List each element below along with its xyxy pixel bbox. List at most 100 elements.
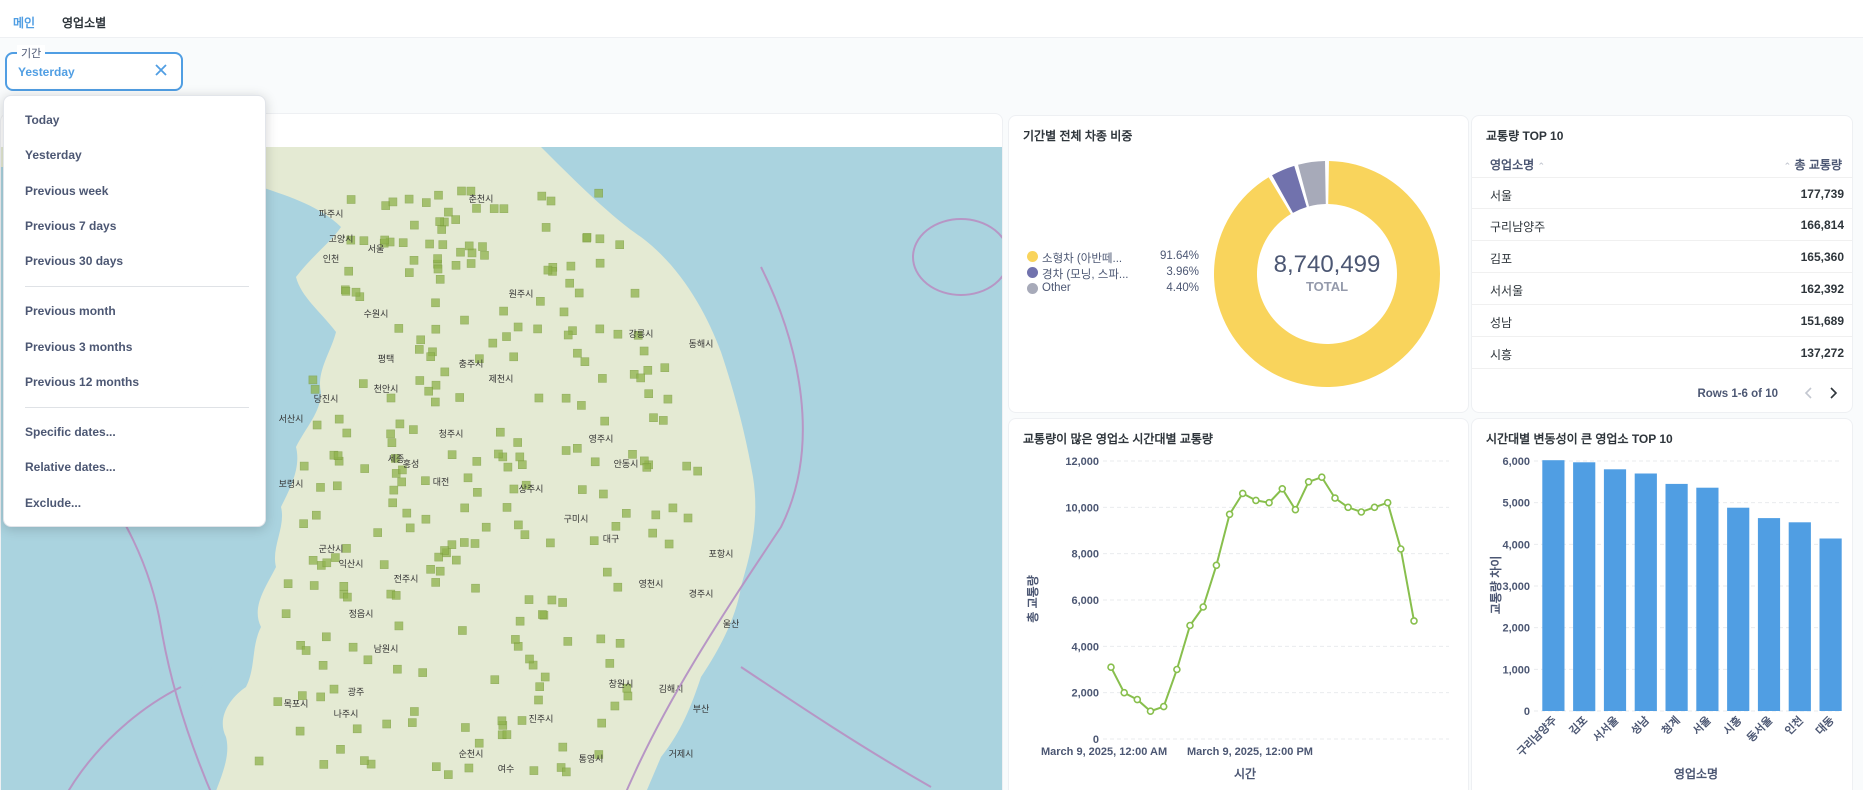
traffic-cell[interactable] [316, 692, 326, 702]
traffic-cell[interactable] [342, 428, 352, 438]
traffic-cell[interactable] [416, 335, 426, 345]
traffic-cell[interactable] [404, 194, 414, 204]
traffic-cell[interactable] [515, 616, 525, 626]
traffic-cell[interactable] [434, 190, 443, 200]
traffic-cell[interactable] [435, 275, 445, 284]
card-title[interactable]: 기간별 전체 차종 비중 [1023, 127, 1132, 144]
traffic-cell[interactable] [480, 251, 489, 260]
traffic-cell[interactable] [360, 464, 370, 473]
traffic-cell[interactable] [561, 767, 571, 777]
traffic-cell[interactable] [598, 374, 607, 383]
traffic-cell[interactable] [615, 638, 625, 648]
traffic-cell[interactable] [639, 346, 649, 356]
traffic-cell[interactable] [456, 247, 465, 257]
traffic-cell[interactable] [599, 489, 608, 499]
data-point[interactable] [1238, 489, 1247, 498]
traffic-cell[interactable] [520, 530, 530, 540]
traffic-cell[interactable] [380, 235, 390, 245]
traffic-cell[interactable] [497, 716, 507, 726]
traffic-cell[interactable] [615, 240, 625, 249]
data-point[interactable] [1107, 663, 1115, 671]
traffic-cell[interactable] [444, 207, 453, 217]
traffic-cell[interactable] [565, 278, 575, 288]
traffic-cell[interactable] [461, 723, 470, 732]
traffic-cell[interactable] [613, 582, 623, 592]
traffic-cell[interactable] [405, 523, 415, 533]
traffic-cell[interactable] [273, 697, 283, 706]
donut-chart[interactable]: 8,740,499 TOTAL [1207, 154, 1447, 394]
traffic-cell[interactable] [529, 766, 539, 775]
bar[interactable] [1573, 462, 1596, 712]
traffic-cell[interactable] [605, 659, 615, 668]
traffic-cell[interactable] [541, 223, 551, 232]
traffic-cell[interactable] [546, 538, 555, 548]
traffic-cell[interactable] [311, 510, 321, 520]
traffic-cell[interactable] [352, 724, 362, 734]
traffic-cell[interactable] [386, 393, 396, 403]
traffic-cell[interactable] [602, 567, 612, 577]
legend-item[interactable]: 경차 (모닝, 스파... 3.96% [1027, 265, 1199, 281]
traffic-cell[interactable] [414, 345, 424, 354]
period-filter-value[interactable]: Yesterday [18, 65, 75, 79]
traffic-cell[interactable] [425, 239, 434, 249]
traffic-cell[interactable] [389, 485, 399, 495]
traffic-cell[interactable] [398, 238, 408, 247]
traffic-cell[interactable] [363, 655, 373, 665]
legend-item[interactable]: Other 4.40% [1027, 281, 1199, 297]
traffic-cell[interactable] [511, 635, 520, 644]
traffic-cell[interactable] [426, 352, 436, 361]
traffic-cell[interactable] [421, 476, 430, 486]
traffic-cell[interactable] [628, 449, 637, 459]
period-filter[interactable]: 기간 Yesterday [5, 45, 183, 91]
traffic-cell[interactable] [322, 558, 332, 568]
option-previous-week[interactable]: Previous week [25, 184, 108, 198]
chevron-left-icon[interactable] [1802, 386, 1816, 400]
traffic-cell[interactable] [693, 466, 703, 476]
traffic-cell[interactable] [502, 503, 512, 512]
traffic-cell[interactable] [343, 592, 352, 602]
traffic-cell[interactable] [471, 583, 480, 593]
traffic-cell[interactable] [590, 457, 600, 467]
traffic-cell[interactable] [524, 595, 534, 604]
traffic-cell[interactable] [409, 425, 418, 434]
traffic-cell[interactable] [577, 485, 587, 494]
traffic-cell[interactable] [402, 508, 412, 518]
traffic-cell[interactable] [582, 233, 592, 242]
data-point[interactable] [1317, 473, 1326, 482]
traffic-cell[interactable] [308, 555, 318, 565]
data-point[interactable] [1396, 545, 1405, 553]
traffic-cell[interactable] [610, 701, 620, 711]
traffic-cell[interactable] [546, 196, 556, 206]
traffic-cell[interactable] [543, 265, 553, 275]
traffic-cell[interactable] [299, 461, 309, 471]
traffic-cell[interactable] [470, 539, 480, 548]
traffic-cell[interactable] [513, 322, 523, 332]
traffic-cell[interactable] [600, 416, 610, 426]
traffic-cell[interactable] [321, 632, 331, 642]
traffic-cell[interactable] [572, 443, 582, 453]
traffic-cell[interactable] [404, 268, 414, 277]
data-point[interactable] [1173, 665, 1181, 674]
option-relative-dates[interactable]: Relative dates... [25, 460, 116, 474]
bar[interactable] [1665, 483, 1688, 711]
traffic-cell[interactable] [643, 366, 653, 375]
traffic-cell[interactable] [421, 514, 431, 524]
traffic-cell[interactable] [421, 198, 431, 207]
traffic-cell[interactable] [499, 306, 508, 316]
traffic-cell[interactable] [388, 498, 398, 508]
traffic-cell[interactable] [547, 595, 557, 605]
traffic-cell[interactable] [358, 379, 368, 388]
traffic-cell[interactable] [463, 473, 473, 483]
traffic-cell[interactable] [611, 521, 621, 531]
traffic-cell[interactable] [658, 416, 668, 425]
traffic-cell[interactable] [503, 462, 513, 472]
traffic-cell[interactable] [299, 519, 308, 529]
traffic-cell[interactable] [499, 204, 509, 214]
traffic-cell[interactable] [438, 240, 448, 249]
traffic-cell[interactable] [360, 756, 369, 765]
traffic-cell[interactable] [440, 367, 450, 377]
traffic-cell[interactable] [502, 730, 512, 739]
traffic-cell[interactable] [495, 427, 505, 437]
traffic-cell[interactable] [359, 236, 369, 245]
traffic-cell[interactable] [502, 332, 511, 341]
